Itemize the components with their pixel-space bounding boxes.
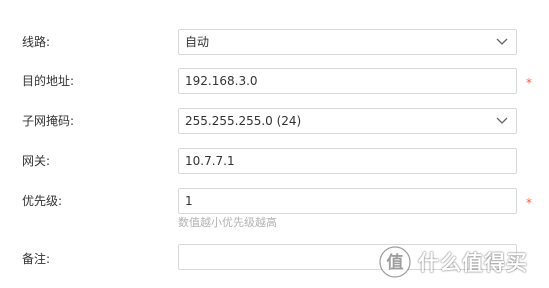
- destination-input[interactable]: 192.168.3.0: [178, 68, 517, 94]
- priority-label: 优先级:: [22, 194, 63, 208]
- gateway-input-value: 10.7.7.1: [185, 154, 235, 168]
- destination-input-value: 192.168.3.0: [185, 74, 258, 88]
- chevron-down-icon: [496, 117, 508, 124]
- priority-input[interactable]: 1: [178, 188, 517, 214]
- gateway-label: 网关:: [22, 154, 51, 168]
- route-select-value: 自动: [185, 35, 210, 49]
- destination-label: 目的地址:: [22, 74, 75, 88]
- subnet-mask-select-value: 255.255.255.0 (24): [185, 114, 302, 128]
- priority-required-mark: *: [526, 196, 532, 210]
- destination-required-mark: *: [526, 76, 532, 90]
- priority-input-value: 1: [185, 194, 193, 208]
- chevron-down-icon: [496, 38, 508, 45]
- route-label: 线路:: [22, 35, 51, 49]
- svg-text:值: 值: [387, 252, 404, 273]
- gateway-input[interactable]: 10.7.7.1: [178, 148, 517, 174]
- route-select[interactable]: 自动: [178, 29, 517, 55]
- watermark-text: 什么值得买: [418, 251, 528, 275]
- route-form: 线路: 自动 目的地址: 192.168.3.0 * 子网掩码: 255.255…: [0, 0, 549, 288]
- subnet-mask-label: 子网掩码:: [22, 114, 75, 128]
- subnet-mask-select[interactable]: 255.255.255.0 (24): [178, 108, 517, 134]
- watermark: 值 什么值得买: [378, 244, 528, 280]
- remark-label: 备注:: [22, 252, 51, 266]
- priority-hint: 数值越小优先级越高: [178, 216, 277, 229]
- smzdm-logo-icon: 值: [379, 246, 411, 278]
